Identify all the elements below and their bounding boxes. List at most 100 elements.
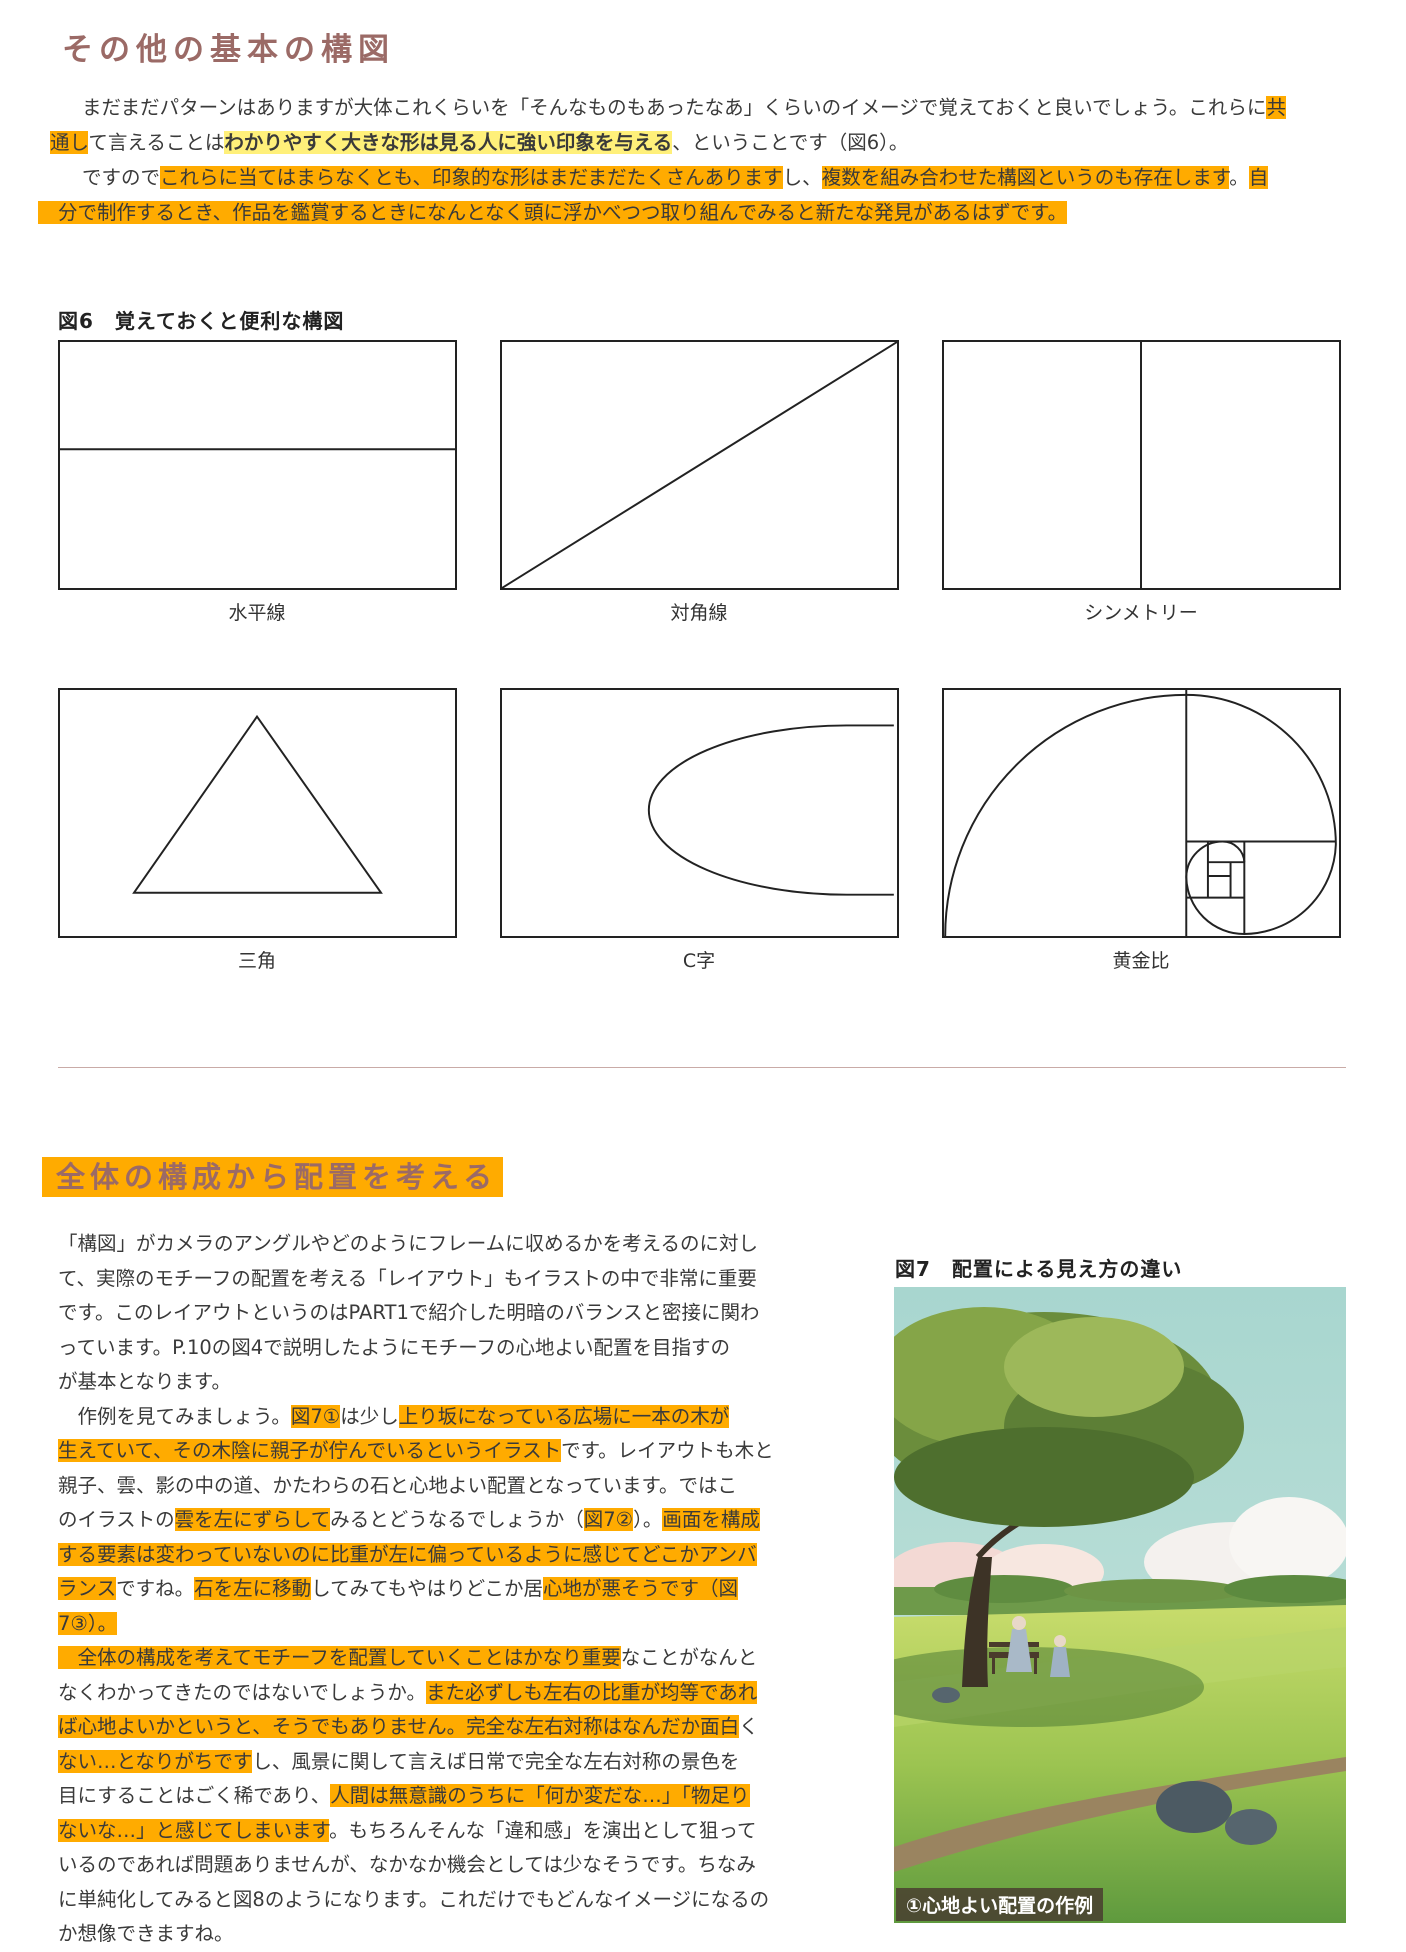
intro-text: まだまだパターンはありますが大体これくらいを「そんなものもあったなあ」くらいのイ… [38, 90, 1358, 230]
paragraph-line: が基本となります。 [58, 1365, 818, 1400]
text-run: なくわかってきたのではないでしょうか。 [58, 1680, 426, 1704]
symmetry-composition-diagram [942, 340, 1341, 590]
horizon-composition-diagram [58, 340, 457, 590]
text-run: 、ということです（図6）。 [672, 131, 909, 154]
paragraph-line: っています。P.10の図4で説明したようにモチーフの心地よい配置を目指すの [58, 1331, 818, 1366]
text-run: なことがなんと [620, 1646, 758, 1669]
highlighted-text: 複数を組み合わせた構図というのも存在します [821, 166, 1230, 189]
highlighted-text: また必ずしも左右の比重が均等であれ [425, 1680, 758, 1704]
highlighted-text: ない…となりがちです [58, 1749, 253, 1773]
text-run: ですね。 [116, 1577, 195, 1600]
diagonal-composition-diagram [500, 340, 899, 590]
highlighted-text: 全体の構成を考えてモチーフを配置していくことはかなり重要 [58, 1646, 621, 1669]
text-run: は少し [340, 1404, 399, 1428]
text-run: く [739, 1715, 759, 1738]
text-run: 。もちろんそんな「違和感」を演出として狙って [329, 1818, 757, 1842]
text-run: 目にすることはごく稀であり、 [58, 1784, 331, 1807]
highlighted-text: 自 [1248, 166, 1269, 189]
highlighted-text: 図7① [290, 1404, 341, 1428]
paragraph-line: 目にすることはごく稀であり、人間は無意識のうちに「何か変だな…」「物足り [58, 1779, 818, 1814]
highlighted-text: 石を左に移動 [194, 1577, 312, 1600]
figure-caption: 黄金比 [1112, 950, 1170, 972]
paragraph-line: なくわかってきたのではないでしょうか。また必ずしも左右の比重が均等であれ [58, 1676, 818, 1711]
highlighted-text: 見る人に強い印象を与える [438, 131, 673, 154]
highlighted-text: 人間は無意識のうちに「何か変だな…」「物足り [330, 1784, 750, 1807]
highlighted-text: 7③）。 [58, 1611, 118, 1635]
highlighted-text: 共 [1266, 96, 1286, 119]
text-run: ですので [82, 166, 161, 189]
text-run: て言えることは [88, 131, 225, 154]
figure-caption: 水平線 [228, 602, 286, 624]
golden-ratio-composition-diagram [942, 688, 1341, 938]
text-run: ）。 [633, 1508, 663, 1531]
highlighted-text: 図7② [583, 1508, 634, 1531]
text-run: し、風景に関して言えば日常で完全な左右対称の景色を [252, 1749, 740, 1773]
text-run: です。レイアウトも木と [561, 1439, 774, 1462]
text-run: し、 [782, 166, 822, 189]
paragraph-line: ですのでこれらに当てはまらなくとも、印象的な形はまだまだたくさんありますし、複数… [58, 160, 1358, 195]
highlighted-text: 上り坂になっている広場に一本の木が [398, 1404, 730, 1428]
text-run: て、実際のモチーフの配置を考える「レイアウト」もイラストの中で非常に重要 [58, 1266, 757, 1290]
highlighted-text: する要素は変わっていないのに比重が左に偏っているように感じてどこかアンバ [58, 1542, 757, 1566]
paragraph-line: いるのであれば問題ありませんが、なかなか機会としては少なそうです。ちなみ [58, 1848, 818, 1883]
highlighted-text: 分で制作するとき、作品を鑑賞するときになんとなく頭に浮かべつつ取り組んでみると新… [38, 201, 1068, 224]
paragraph-line: 通して言えることはわかりやすく大きな形は見る人に強い印象を与える、ということです… [50, 125, 1358, 160]
text-run: してみてもやはりどこか居 [311, 1577, 544, 1600]
highlighted-text: これらに当てはまらなくとも、 [160, 166, 433, 189]
paragraph-line: 分で制作するとき、作品を鑑賞するときになんとなく頭に浮かべつつ取り組んでみると新… [38, 195, 1358, 230]
highlighted-text: 雲を左にずらして [174, 1508, 331, 1531]
paragraph-line: ない…となりがちですし、風景に関して言えば日常で完全な左右対称の景色を [58, 1745, 818, 1780]
highlighted-text: ないな…」と感じてしまいます [58, 1818, 330, 1842]
text-run: 作例を見てみましょう。 [58, 1404, 291, 1428]
text-run: が基本となります。 [58, 1370, 231, 1393]
text-run: 。 [1229, 166, 1249, 189]
highlighted-text: ば心地よいかというと、そうでもありません。 [58, 1715, 467, 1738]
paragraph-line: 親子、雲、影の中の道、かたわらの石と心地よい配置となっています。ではこ [58, 1469, 818, 1504]
text-run: に単純化してみると図8のようになります。これだけでもどんなイメージになるの [58, 1887, 770, 1911]
figure-caption: C字 [682, 950, 716, 972]
text-run: か想像できますね。 [58, 1922, 234, 1945]
text-run: のイラストの [58, 1508, 175, 1531]
body-text: 「構図」がカメラのアングルやどのようにフレームに収めるかを考えるのに対し て、実際… [58, 1227, 818, 1952]
paragraph-line: まだまだパターンはありますが大体これくらいを「そんなものもあったなあ」くらいのイ… [58, 90, 1358, 125]
paragraph-line: に単純化してみると図8のようになります。これだけでもどんなイメージになるの [58, 1883, 818, 1918]
section-heading: その他の基本の構図 [62, 32, 395, 68]
text-run: まだまだパターンはありますが大体これくらいを「そんなものもあったなあ」くらいのイ… [82, 96, 1267, 119]
section-divider [58, 1067, 1346, 1068]
highlighted-text: 心地が悪そうです（図 [543, 1577, 739, 1600]
text-run: 親子、雲、影の中の道、かたわらの石と心地よい配置となっています。ではこ [58, 1473, 737, 1497]
paragraph-line: 生えていて、その木陰に親子が佇んでいるというイラストです。レイアウトも木と [58, 1434, 818, 1469]
illustration-caption: ①心地よい配置の作例 [896, 1888, 1104, 1921]
triangle-composition-diagram [58, 688, 457, 938]
paragraph-line: 7③）。 [58, 1607, 818, 1642]
highlighted-text: 通し [50, 131, 89, 154]
figure-caption: シンメトリー [1084, 602, 1198, 624]
paragraph-line: か想像できますね。 [58, 1917, 818, 1952]
section-heading: 全体の構成から配置を考える [42, 1157, 504, 1197]
paragraph-line: て、実際のモチーフの配置を考える「レイアウト」もイラストの中で非常に重要 [58, 1262, 818, 1297]
text-run: です。このレイアウトというのはPART1で紹介した明暗のバランスと密接に関わ [58, 1301, 760, 1324]
paragraph-line: ないな…」と感じてしまいます。もちろんそんな「違和感」を演出として狙って [58, 1814, 818, 1849]
highlighted-text: 完全な左右対称はなんだか面白 [466, 1715, 740, 1738]
highlighted-text: わかりやすく大きな形は [224, 131, 439, 154]
text-run: っています。P.10の図4で説明したようにモチーフの心地よい配置を目指すの [58, 1335, 731, 1359]
figure-caption: 三角 [237, 950, 276, 972]
figure-title: 図6 覚えておくと便利な構図 [58, 309, 345, 333]
figure-caption: 対角線 [670, 602, 728, 624]
paragraph-line: 「構図」がカメラのアングルやどのようにフレームに収めるかを考えるのに対し [58, 1227, 818, 1262]
paragraph-line: 全体の構成を考えてモチーフを配置していくことはかなり重要なことがなんと [58, 1641, 818, 1676]
paragraph-line: ランスですね。石を左に移動してみてもやはりどこか居心地が悪そうです（図 [58, 1572, 818, 1607]
landscape-illustration: ①心地よい配置の作例 [894, 1287, 1346, 1923]
paragraph-line: する要素は変わっていないのに比重が左に偏っているように感じてどこかアンバ [58, 1538, 818, 1573]
figure-title: 図7 配置による見え方の違い [895, 1257, 1183, 1281]
text-run: みるとどうなるでしょうか（ [330, 1508, 584, 1531]
highlighted-text: 画面を構成 [662, 1508, 760, 1531]
highlighted-text: 生えていて、その木陰に親子が佇んでいるというイラスト [58, 1439, 562, 1462]
paragraph-line: 作例を見てみましょう。図7①は少し上り坂になっている広場に一本の木が [58, 1400, 818, 1435]
paragraph-line: ば心地よいかというと、そうでもありません。完全な左右対称はなんだか面白く [58, 1710, 818, 1745]
paragraph-line: のイラストの雲を左にずらしてみるとどうなるでしょうか（図7②）。画面を構成 [58, 1503, 818, 1538]
highlighted-text: ランス [58, 1577, 117, 1600]
highlighted-text: 印象的な形はまだまだたくさんあります [432, 166, 783, 189]
text-run: いるのであれば問題ありませんが、なかなか機会としては少なそうです。ちなみ [58, 1853, 756, 1876]
text-run: 「構図」がカメラのアングルやどのようにフレームに収めるかを考えるのに対し [58, 1232, 759, 1255]
